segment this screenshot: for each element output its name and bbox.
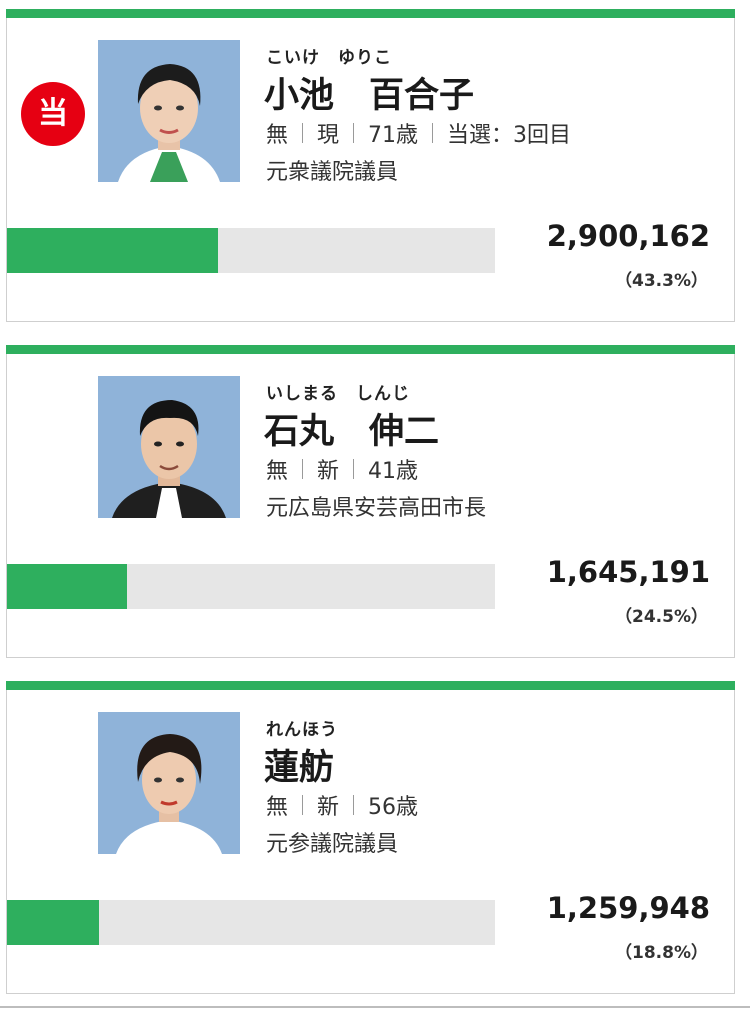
status-label: 現 — [317, 123, 340, 148]
vote-count: 1,259,948 — [546, 891, 710, 925]
age-label: 71歳 — [368, 123, 419, 148]
candidate-furigana: れんほう — [266, 720, 338, 740]
candidate-name: 小池 百合子 — [264, 76, 475, 116]
meta-divider — [353, 459, 355, 479]
vote-count: 2,900,162 — [546, 219, 710, 253]
candidate-meta: 無 新 56歳 — [266, 789, 418, 821]
vote-bar-fill — [7, 900, 99, 945]
status-label: 新 — [317, 795, 340, 820]
candidate-card[interactable]: いしまる しんじ 石丸 伸二 無 新 41歳 元広島県安芸高田市長 1,645,… — [6, 345, 735, 658]
card-accent-bar — [6, 681, 735, 690]
candidate-photo — [98, 40, 240, 182]
candidate-photo — [98, 376, 240, 518]
vote-bar-track — [7, 564, 495, 609]
candidate-meta: 無 新 41歳 — [266, 453, 418, 485]
card-accent-bar — [6, 345, 735, 354]
vote-percentage: （43.3%） — [615, 271, 708, 291]
vote-bar-track — [7, 228, 495, 273]
vote-bar-fill — [7, 228, 218, 273]
party-label: 無 — [266, 459, 289, 484]
candidate-career: 元広島県安芸高田市長 — [266, 496, 487, 521]
meta-divider — [302, 459, 304, 479]
terms-label: 当選：3回目 — [447, 123, 572, 148]
vote-bar-fill — [7, 564, 127, 609]
candidate-name: 蓮舫 — [264, 748, 335, 788]
party-label: 無 — [266, 123, 289, 148]
candidate-career: 元衆議院議員 — [266, 160, 399, 185]
page-bottom-divider — [0, 1006, 750, 1008]
age-label: 56歳 — [368, 795, 419, 820]
age-label: 41歳 — [368, 459, 419, 484]
meta-divider — [302, 123, 304, 143]
vote-count: 1,645,191 — [546, 555, 710, 589]
candidate-name: 石丸 伸二 — [264, 412, 440, 452]
card-accent-bar — [6, 9, 735, 18]
candidate-card[interactable]: 当 こいけ ゆりこ 小池 百合子 無 現 71歳 当選：3回目 元衆議院議員 2… — [6, 9, 735, 322]
candidate-card[interactable]: れんほう 蓮舫 無 新 56歳 元参議院議員 1,259,948 （18.8%） — [6, 681, 735, 994]
vote-percentage: （24.5%） — [615, 607, 708, 627]
meta-divider — [302, 795, 304, 815]
status-label: 新 — [317, 459, 340, 484]
meta-divider — [353, 795, 355, 815]
vote-percentage: （18.8%） — [615, 943, 708, 963]
vote-bar-track — [7, 900, 495, 945]
candidate-photo — [98, 712, 240, 854]
party-label: 無 — [266, 795, 289, 820]
candidate-furigana: こいけ ゆりこ — [266, 48, 392, 68]
meta-divider — [353, 123, 355, 143]
candidate-meta: 無 現 71歳 当選：3回目 — [266, 117, 571, 149]
candidate-career: 元参議院議員 — [266, 832, 399, 857]
elected-badge: 当 — [21, 82, 85, 146]
candidate-furigana: いしまる しんじ — [266, 384, 410, 404]
meta-divider — [432, 123, 434, 143]
